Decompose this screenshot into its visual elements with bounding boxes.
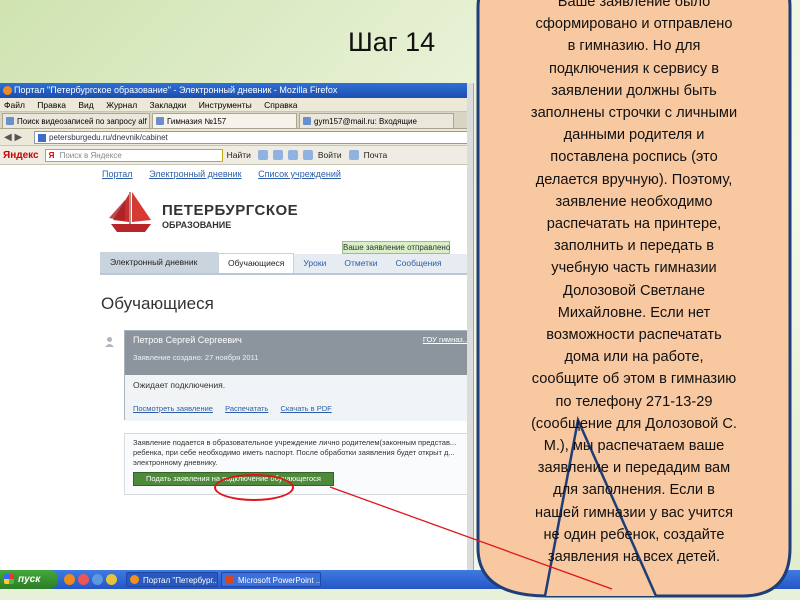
info-text: Заявление подается в образовательное учр… [133, 438, 457, 467]
menu-edit[interactable]: Правка [37, 100, 66, 110]
tab-messages[interactable]: Сообщения [387, 254, 451, 273]
callout-text: Ваше заявление было сформировано и отпра… [530, 0, 738, 566]
menu-bookmarks[interactable]: Закладки [150, 100, 187, 110]
folder-icon[interactable] [106, 574, 117, 585]
nav-link-diary[interactable]: Электронный дневник [149, 169, 241, 179]
browser-tab-video[interactable]: Поиск видеозаписей по запросу alf | 4 ..… [2, 113, 150, 128]
slide-bottom-strip [0, 589, 800, 600]
browser-screenshot: Портал "Петербургское образование" - Эле… [0, 83, 474, 570]
tab-lessons[interactable]: Уроки [294, 254, 335, 273]
menu-view[interactable]: Вид [78, 100, 93, 110]
ie-icon[interactable] [92, 574, 103, 585]
yandex-mail-button[interactable]: Почта [364, 150, 388, 160]
firefox-icon[interactable] [64, 574, 75, 585]
nav-link-portal[interactable]: Портал [102, 169, 133, 179]
logo-subtitle: ОБРАЗОВАНИЕ [162, 220, 232, 230]
application-actions: Посмотреть заявление Распечатать Скачать… [133, 404, 473, 413]
browser-tab-mail[interactable]: gym157@mail.ru: Входящие [299, 113, 454, 128]
toolbar-icon[interactable] [257, 150, 268, 160]
student-card-header: Петров Сергей Сергеевич Заявление создан… [125, 331, 473, 375]
school-link[interactable]: ГОУ гимназ... [423, 335, 469, 344]
status-badge: Ваше заявление отправлено [342, 241, 451, 254]
tab-students[interactable]: Обучающиеся [218, 253, 295, 273]
address-bar-row: ◀ ▶ petersburgedu.ru/dnevnik/cabinet [0, 129, 473, 146]
download-pdf-link[interactable]: Скачать в PDF [280, 404, 331, 413]
tab-marks[interactable]: Отметки [335, 254, 386, 273]
back-forward-icon[interactable]: ◀ ▶ [4, 132, 34, 143]
start-button[interactable]: пуск [0, 570, 58, 589]
student-card: Петров Сергей Сергеевич Заявление создан… [124, 330, 473, 421]
menu-tools[interactable]: Инструменты [199, 100, 252, 110]
yandex-find-button[interactable]: Найти [227, 150, 251, 160]
menu-history[interactable]: Журнал [106, 100, 137, 110]
logo-title: ПЕТЕРБУРГСКОЕ [162, 202, 299, 219]
nav-link-institutions[interactable]: Список учреждений [258, 169, 341, 179]
menu-help[interactable]: Справка [264, 100, 297, 110]
taskbar-item-powerpoint[interactable]: Microsoft PowerPoint ... [221, 572, 321, 587]
toolbar-icon[interactable] [287, 150, 298, 160]
yandex-search-input[interactable]: Поиск в Яндексе [44, 148, 223, 162]
url-field[interactable]: petersburgedu.ru/dnevnik/cabinet [34, 130, 473, 144]
toolbar-icon[interactable] [272, 150, 283, 160]
ship-logo-icon[interactable] [105, 190, 157, 236]
toolbar-icon[interactable] [302, 150, 313, 160]
quick-launch [64, 574, 120, 585]
scrollbar[interactable] [467, 83, 473, 570]
taskbar-item-firefox[interactable]: Портал "Петербург... [126, 572, 218, 587]
browser-tab-gymnasium[interactable]: Гимназия №157 [152, 113, 297, 128]
browser-titlebar: Портал "Петербургское образование" - Эле… [0, 83, 473, 98]
taskbar: пуск Портал "Петербург... Microsoft Powe… [0, 570, 800, 589]
mail-icon[interactable] [348, 150, 359, 160]
menu-file[interactable]: Файл [4, 100, 25, 110]
connection-status: Ожидает подключения. [133, 380, 226, 390]
browser-tabs: Поиск видеозаписей по запросу alf | 4 ..… [0, 112, 473, 129]
site-top-nav: Портал Электронный дневник Список учрежд… [0, 165, 473, 184]
info-panel: Заявление подается в образовательное учр… [124, 433, 473, 495]
print-link[interactable]: Распечатать [225, 404, 268, 413]
browser-menubar: Файл Правка Вид Журнал Закладки Инструме… [0, 98, 473, 112]
yandex-login-button[interactable]: Войти [318, 150, 342, 160]
window-title: Портал "Петербургское образование" - Эле… [14, 85, 338, 95]
tab-electronic-diary[interactable]: Электронный дневник [100, 252, 218, 273]
person-icon [105, 337, 114, 347]
student-card-body: Ожидает подключения. Посмотреть заявлени… [125, 375, 473, 421]
yandex-logo[interactable]: Яндекс [3, 150, 39, 161]
site-header: ПЕТЕРБУРГСКОЕ ОБРАЗОВАНИЕ Ваше заявление… [0, 184, 473, 254]
opera-icon[interactable] [78, 574, 89, 585]
application-date: Заявление создано: 27 ноября 2011 [133, 353, 259, 362]
print-highlight-ellipse [214, 474, 294, 501]
yandex-toolbar: Яндекс Поиск в Яндексе Найти Войти Почта [0, 146, 473, 165]
slide-title: Шаг 14 [348, 27, 436, 57]
firefox-icon [3, 86, 12, 95]
view-application-link[interactable]: Посмотреть заявление [133, 404, 213, 413]
page-title: Обучающиеся [101, 294, 214, 313]
diary-tabs: Электронный дневник Обучающиеся Уроки От… [100, 252, 473, 275]
